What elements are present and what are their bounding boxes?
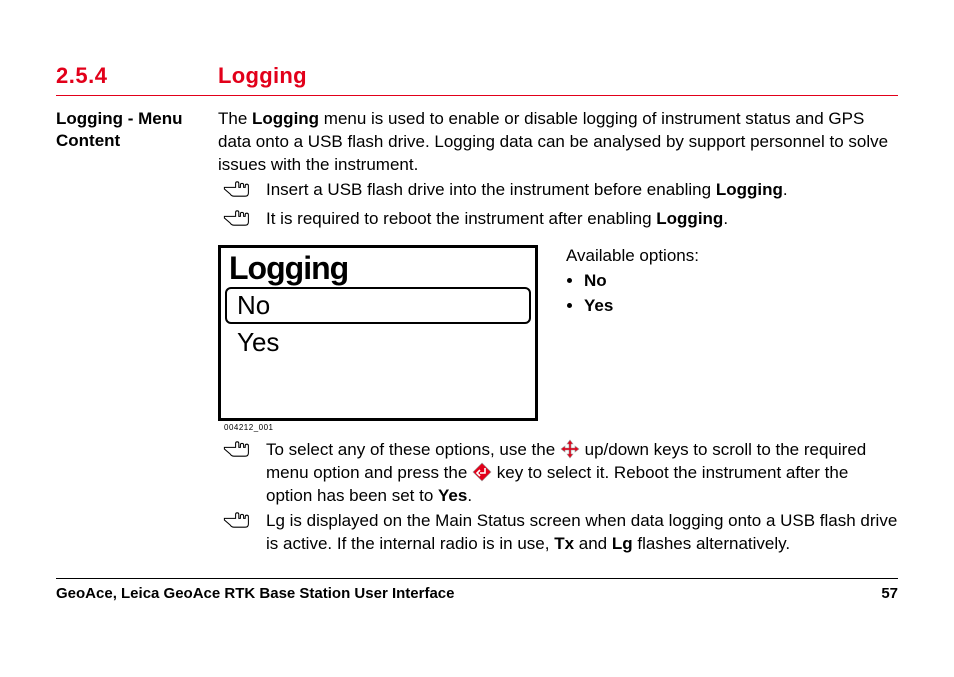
footer-divider	[56, 578, 898, 579]
nav-dpad-icon	[560, 439, 580, 459]
note-row: To select any of these options, use the …	[218, 439, 898, 508]
bottom-notes: To select any of these options, use the …	[218, 439, 898, 556]
lcd-title: Logging	[221, 252, 535, 286]
lcd-menu-item[interactable]: Yes	[225, 324, 531, 361]
note-row: Insert a USB flash drive into the instru…	[218, 179, 898, 206]
section-number: 2.5.4	[56, 63, 218, 89]
intro-text-2: menu is used to enable or disable loggin…	[218, 109, 888, 174]
body-grid: Logging - Menu Content The Logging menu …	[56, 108, 898, 556]
available-option: Yes	[584, 295, 699, 318]
lcd-caption: 004212_001	[218, 423, 538, 434]
manual-page: 2.5.4 Logging Logging - Menu Content The…	[0, 0, 954, 677]
intro-bold: Logging	[252, 109, 319, 128]
section-title: Logging	[218, 63, 307, 89]
sidebar-line1: Logging - Menu	[56, 109, 183, 128]
lcd-menu-item[interactable]: No	[225, 287, 531, 324]
note-text: Insert a USB flash drive into the instru…	[266, 179, 898, 202]
available-option: No	[584, 270, 699, 293]
sidebar-label: Logging - Menu Content	[56, 108, 218, 556]
intro-paragraph: The Logging menu is used to enable or di…	[218, 108, 898, 177]
pointing-hand-icon	[222, 510, 254, 530]
note-text: To select any of these options, use the …	[266, 439, 898, 508]
sidebar-line2: Content	[56, 131, 120, 150]
footer-left: GeoAce, Leica GeoAce RTK Base Station Us…	[56, 585, 454, 602]
enter-key-icon	[472, 462, 492, 482]
pointing-hand-icon	[222, 179, 254, 199]
lcd-wrap: Logging NoYes 004212_001	[218, 245, 538, 434]
pointing-hand-icon	[222, 208, 254, 228]
note-text: It is required to reboot the instrument …	[266, 208, 898, 231]
footer-page-number: 57	[881, 585, 898, 602]
lcd-list: NoYes	[221, 287, 535, 360]
section-divider	[56, 95, 898, 96]
intro-text: The	[218, 109, 252, 128]
main-column: The Logging menu is used to enable or di…	[218, 108, 898, 556]
note-row: It is required to reboot the instrument …	[218, 208, 898, 235]
note-text: Lg is displayed on the Main Status scree…	[266, 510, 898, 556]
section-header: 2.5.4 Logging	[56, 63, 898, 89]
page-footer: GeoAce, Leica GeoAce RTK Base Station Us…	[56, 585, 898, 602]
note-row: Lg is displayed on the Main Status scree…	[218, 510, 898, 556]
available-options: Available options: NoYes	[538, 245, 699, 434]
screenshot-row: Logging NoYes 004212_001 Available optio…	[218, 245, 898, 434]
lcd-screen: Logging NoYes	[218, 245, 538, 421]
top-notes: Insert a USB flash drive into the instru…	[218, 179, 898, 235]
pointing-hand-icon	[222, 439, 254, 459]
available-list: NoYes	[584, 270, 699, 318]
available-heading: Available options:	[566, 245, 699, 268]
